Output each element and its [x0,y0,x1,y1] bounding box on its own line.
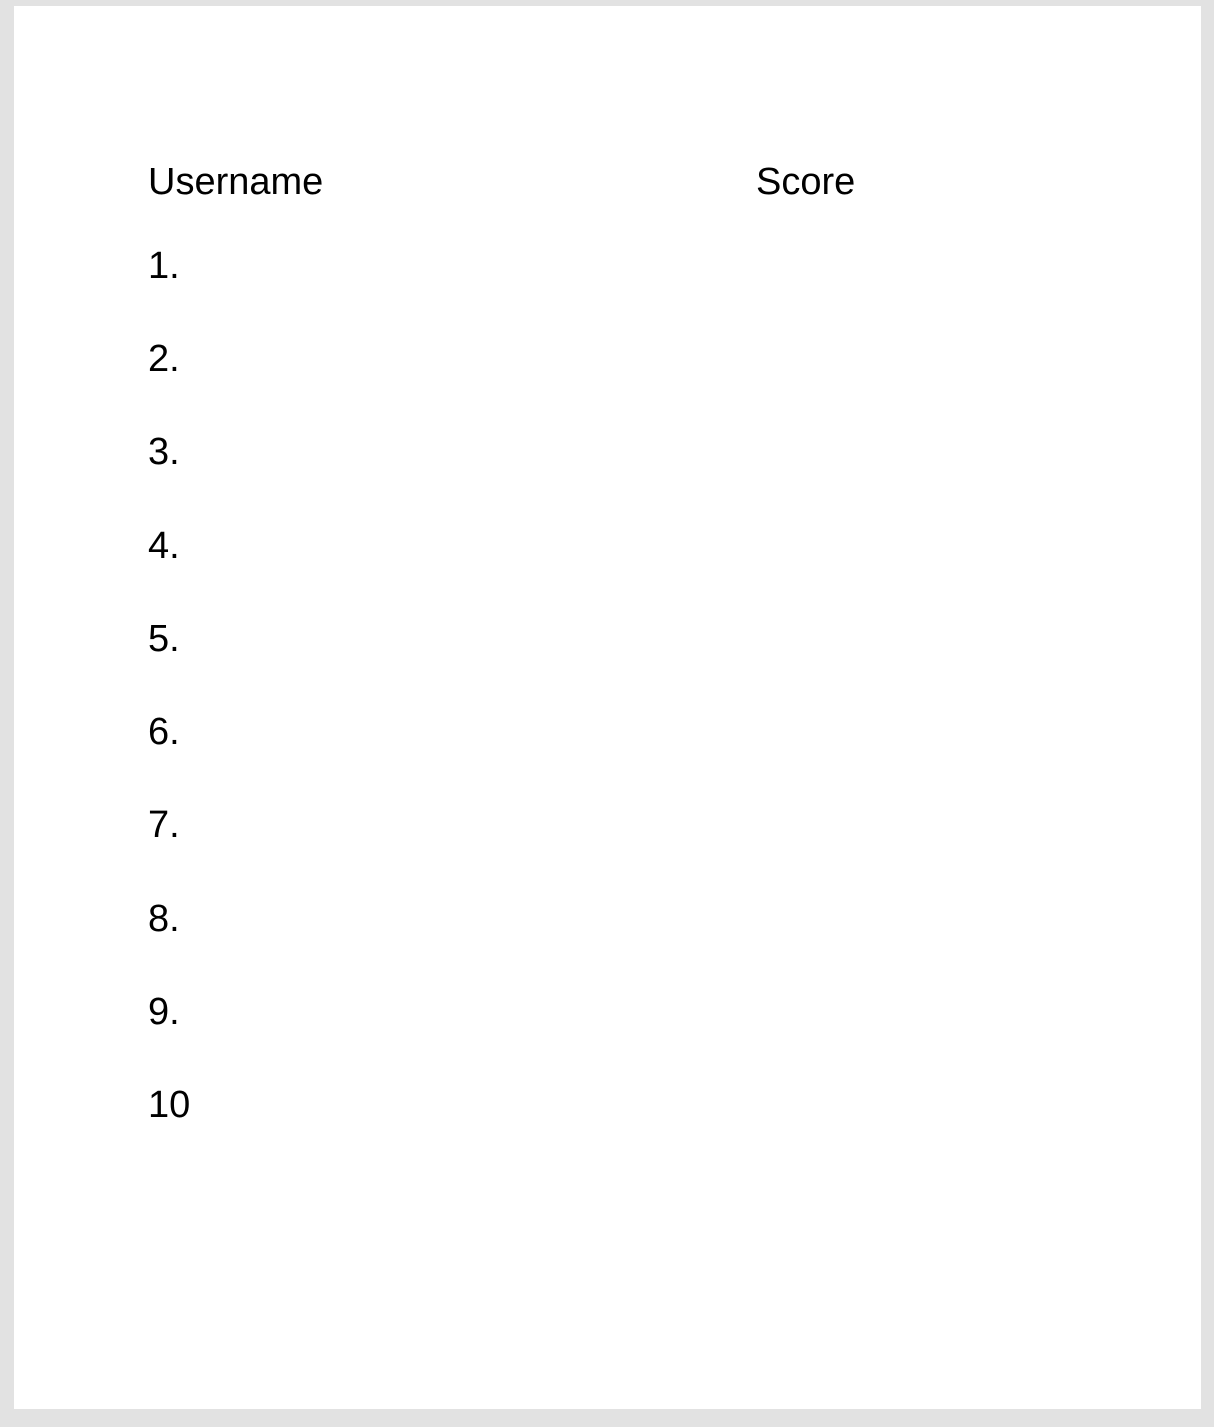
leaderboard-row: 5. [148,592,1048,685]
score-column-header: Score [756,160,856,203]
row-rank: 9. [148,991,180,1034]
row-rank-username: 10 [148,1086,756,1124]
leaderboard-row: 4. [148,499,1048,592]
row-rank-username: 8. [148,900,756,938]
row-rank: 8. [148,897,180,940]
leaderboard-row: 10 [148,1059,1048,1152]
row-rank: 7. [148,804,180,847]
row-rank-username: 2. [148,340,756,378]
row-rank: 6. [148,711,180,754]
leaderboard-rows: 1. 2. 3. 4. 5. 6. 7. 8. 9. 10 [148,219,1048,1152]
leaderboard-header-row: Username Score [148,144,1048,219]
row-rank-username: 1. [148,247,756,285]
leaderboard-row: 3. [148,406,1048,499]
row-rank: 3. [148,431,180,474]
leaderboard-table: Username Score 1. 2. 3. 4. 5. 6. 7. 8. 9… [148,144,1048,1152]
row-rank: 5. [148,617,180,660]
row-rank-username: 6. [148,713,756,751]
row-rank-username: 9. [148,993,756,1031]
row-rank: 1. [148,244,180,287]
leaderboard-row: 2. [148,312,1048,405]
row-rank: 4. [148,524,180,567]
row-rank: 10 [148,1084,191,1127]
row-rank-username: 3. [148,433,756,471]
row-rank-username: 4. [148,527,756,565]
leaderboard-row: 7. [148,779,1048,872]
leaderboard-row: 1. [148,219,1048,312]
username-column-header: Username [148,160,324,203]
row-rank-username: 5. [148,620,756,658]
leaderboard-panel: Username Score 1. 2. 3. 4. 5. 6. 7. 8. 9… [14,6,1201,1409]
leaderboard-row: 9. [148,965,1048,1058]
row-rank: 2. [148,337,180,380]
row-rank-username: 7. [148,806,756,844]
leaderboard-row: 6. [148,685,1048,778]
leaderboard-row: 8. [148,872,1048,965]
